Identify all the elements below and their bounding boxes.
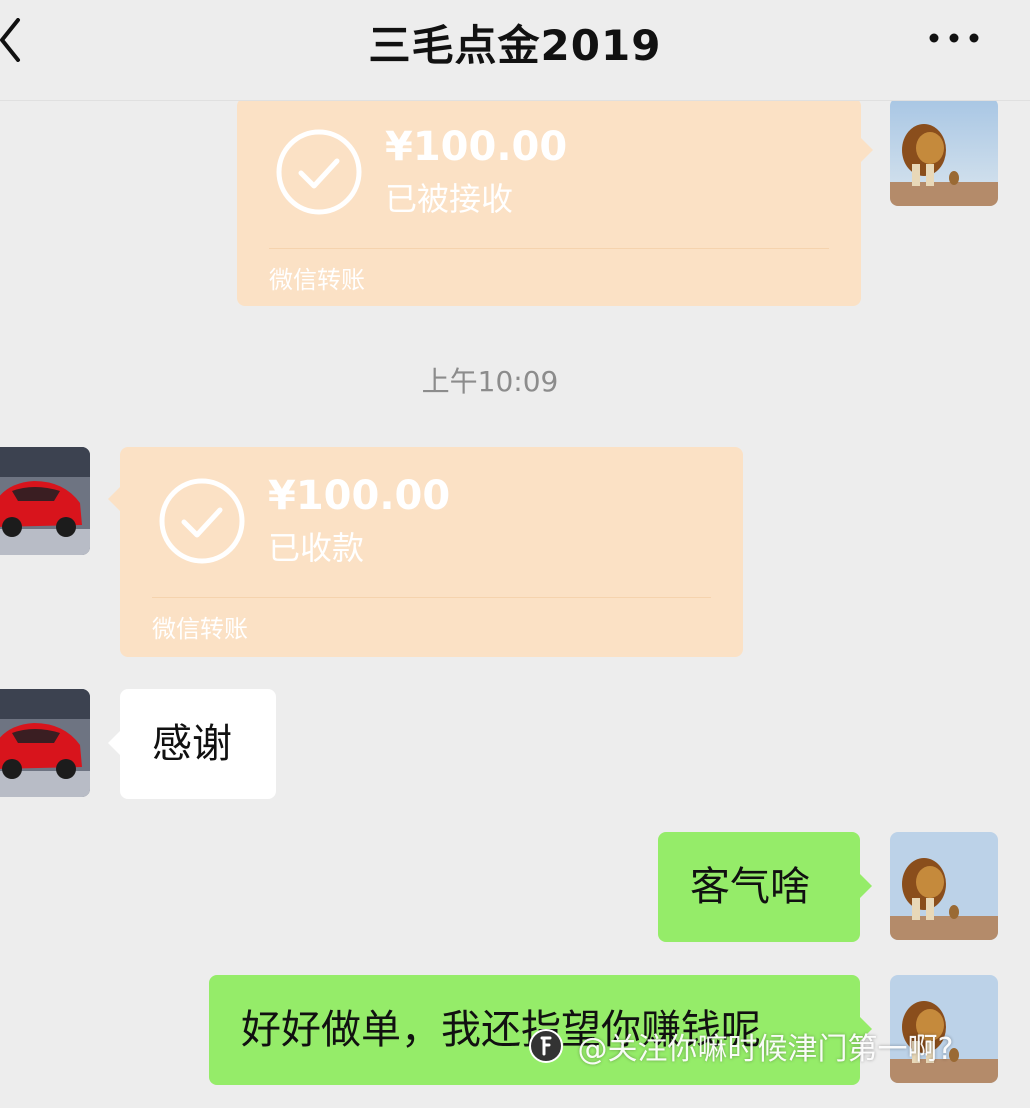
transfer-card-received[interactable]: ¥100.00 已收款 微信转账 (108, 447, 743, 657)
transfer-footer: 微信转账 (152, 615, 248, 643)
transfer-amount: ¥100.00 (268, 473, 451, 519)
bubble-tail (860, 874, 872, 898)
bubble-tail (108, 487, 120, 511)
platform-logo-icon (529, 1029, 563, 1063)
more-options-icon[interactable] (926, 28, 982, 48)
bubble-tail (861, 138, 873, 162)
transfer-amount: ¥100.00 (385, 124, 568, 170)
message-timestamp: 上午10:09 (421, 365, 559, 398)
transfer-status: 已被接收 (385, 180, 514, 218)
watermark-text: @关注你嘛时候津门第一啊? (577, 1032, 954, 1067)
contact-avatar[interactable] (0, 447, 90, 555)
message-bubble-sent[interactable]: 客气啥 (658, 832, 872, 942)
message-bubble-received[interactable]: 感谢 (108, 689, 276, 799)
divider (152, 597, 711, 598)
check-circle-icon (159, 478, 245, 564)
my-avatar[interactable] (890, 98, 998, 206)
message-text: 感谢 (152, 721, 232, 767)
watermark: @关注你嘛时候津门第一啊? (528, 1024, 953, 1074)
transfer-card-sent[interactable]: ¥100.00 已被接收 微信转账 (237, 98, 873, 306)
divider (269, 248, 829, 249)
message-text: 客气啥 (690, 864, 810, 910)
transfer-footer: 微信转账 (269, 266, 365, 294)
bubble-tail (108, 731, 120, 755)
chat-title: 三毛点金2019 (368, 21, 662, 70)
transfer-status: 已收款 (268, 529, 365, 567)
check-circle-icon (276, 129, 362, 215)
chat-header: 三毛点金2019 (0, 0, 1030, 101)
my-avatar[interactable] (890, 832, 998, 940)
contact-avatar[interactable] (0, 689, 90, 797)
